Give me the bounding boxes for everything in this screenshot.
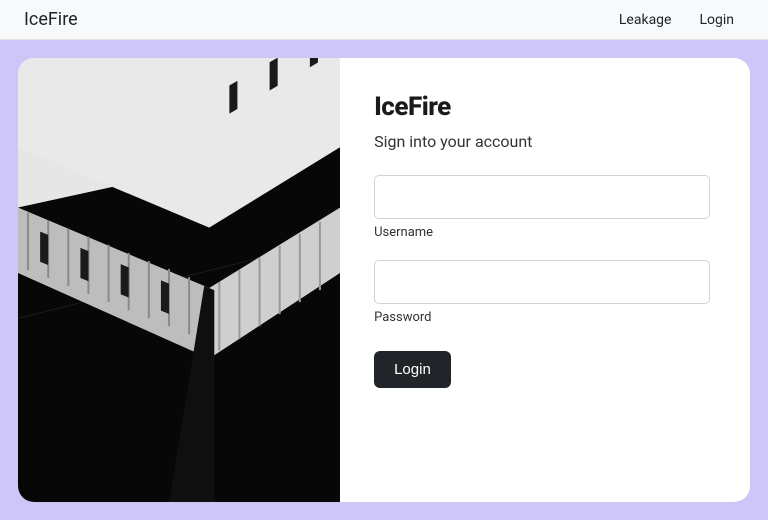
password-field: Password bbox=[374, 260, 710, 325]
username-field: Username bbox=[374, 175, 710, 240]
login-logo: IceFire bbox=[374, 92, 710, 122]
password-input[interactable] bbox=[374, 260, 710, 304]
username-label: Username bbox=[374, 225, 710, 240]
nav-link-login[interactable]: Login bbox=[699, 12, 734, 28]
login-subtitle: Sign into your account bbox=[374, 132, 710, 151]
building-illustration bbox=[18, 58, 340, 502]
stage: IceFire Sign into your account Username … bbox=[0, 40, 768, 520]
nav-links: Leakage Login bbox=[619, 12, 734, 28]
username-input[interactable] bbox=[374, 175, 710, 219]
navbar: IceFire Leakage Login bbox=[0, 0, 768, 40]
nav-link-leakage[interactable]: Leakage bbox=[619, 12, 672, 28]
brand: IceFire bbox=[24, 9, 78, 30]
hero-image bbox=[18, 58, 340, 502]
login-card: IceFire Sign into your account Username … bbox=[18, 58, 750, 502]
password-label: Password bbox=[374, 310, 710, 325]
login-button[interactable]: Login bbox=[374, 351, 451, 388]
login-form-panel: IceFire Sign into your account Username … bbox=[340, 58, 750, 502]
